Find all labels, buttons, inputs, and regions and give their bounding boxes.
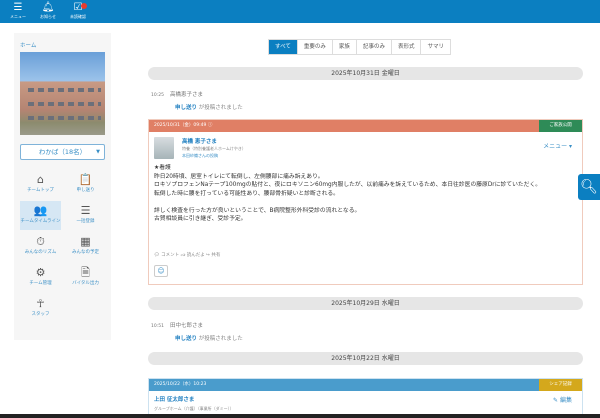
top-bar: ☰ メニュー 🔔︎ お知らせ ☑ 未読確認 [0,0,600,23]
tab-summary[interactable]: サマリ [421,40,450,54]
handover-link[interactable]: 申し送り [175,105,197,111]
comment-icon: 💬︎ [154,253,160,258]
nav-team-top[interactable]: ⌂ チームトップ [20,170,61,199]
date-separator: 2025年10月22日 水曜日 [148,352,583,365]
post-card: 2025/10/31（金）09:49 ⓘ ご家族公開 高橋 恵子さま 特養（特別… [148,119,583,285]
filter-tabs: すべて 重要のみ 家族 記事のみ 表形式 サマリ [268,39,451,55]
search-icon: 🔍︎ [580,179,598,195]
info-icon: ⓘ [207,123,213,128]
nav-schedule[interactable]: ▦ みんなの予定 [65,232,106,261]
nav-grid: ⌂ チームトップ 📋 申し送り 👥 チームタイムライン ☰ 一括登録 ⏱ みんなのリズム … [20,170,106,323]
card-header: 2025/10/22（水）10:23 シェア記録 [149,379,582,391]
family-public-badge: ご家族公開 [539,120,582,132]
nav-rhythm[interactable]: ⏱ みんなのリズム [20,232,61,261]
edit-icon: ✎ [553,397,559,404]
date-separator: 2025年10月31日 金曜日 [148,67,583,80]
facility-photo [20,52,105,135]
document-icon: 🗎 [81,266,90,279]
tab-all[interactable]: すべて [269,40,298,54]
facility-name: 特養（特別養護老人ホームけやき） [182,146,246,151]
group-icon: 👥 [33,204,48,217]
poster-name[interactable]: 本田紗織さんの投稿 [182,153,218,159]
home-label: ホーム [20,43,37,49]
card-menu[interactable]: メニュー ▾ [543,141,572,150]
search-button[interactable]: 🔍︎ [578,174,600,200]
hamburger-icon: ☰ [13,2,23,13]
nav-team-timeline[interactable]: 👥 チームタイムライン [20,201,61,230]
post-body: ★看護 昨日20時頃、居室トイレにて転倒し、左側腰部に痛み訴えあり。 ロキソプロ… [154,165,542,222]
clipboard-check-icon: ☑ [73,2,83,13]
post-actions: 💬︎ コメント 👍︎ 読んだよ ↪ 共有 [154,252,220,258]
gears-icon: ⚙ [35,266,46,279]
date-separator: 2025年10月29日 水曜日 [148,297,583,310]
timeline-entry: 10:25 高橋恵子さま [151,92,203,98]
nav-bulk-register[interactable]: ☰ 一括登録 [65,201,106,230]
bell-icon: 🔔︎ [41,2,55,13]
tab-important[interactable]: 重要のみ [297,40,333,54]
notice-button[interactable]: 🔔︎ お知らせ [33,2,63,20]
comment-button[interactable]: 💬︎ コメント [154,253,179,258]
bottom-bar [0,414,600,418]
resident-name[interactable]: 高橋 恵子さま [182,137,217,145]
avatar [154,137,174,159]
post-card: 2025/10/22（水）10:23 シェア記録 上田 征太郎さま グループホー… [148,378,583,418]
chevron-down-icon: ▼ [96,149,100,155]
unit-select[interactable]: わかば（18名） ▼ [20,144,105,160]
share-icon: ↪ [206,253,210,258]
unread-badge [81,3,87,9]
menu-button[interactable]: ☰ メニュー [3,2,33,20]
calendar-icon: ▦ [80,235,91,248]
nav-team-admin[interactable]: ⚙ チーム管理 [20,263,61,292]
sidebar: ホーム わかば（18名） ▼ ⌂ チームトップ 📋 申し送り 👥 チームタイムライン ☰… [14,33,111,340]
user-clock-icon: ⏱ [36,235,45,248]
edit-button[interactable]: ✎ 編集 [553,395,572,404]
nav-handover[interactable]: 📋 申し送り [65,170,106,199]
timeline-entry: 10:51 田中七郎さま [151,323,203,329]
checklist-icon: ☰ [80,204,91,217]
tab-articles[interactable]: 記事のみ [356,40,392,54]
thumbs-up-icon: 👍︎ [180,253,186,258]
tab-table[interactable]: 表形式 [391,40,422,54]
clipboard-icon: 📋 [78,173,93,186]
nav-vital-export[interactable]: 🗎 バイタル出力 [65,263,106,292]
card-header: 2025/10/31（金）09:49 ⓘ ご家族公開 [149,120,582,132]
tab-family[interactable]: 家族 [332,40,357,54]
home-icon: ⌂ [37,173,44,186]
share-record-badge: シェア記録 [539,379,582,391]
share-button[interactable]: ↪ 共有 [206,253,220,258]
like-button[interactable]: 👍︎ 読んだよ [181,253,205,258]
nav-staff[interactable]: ☥ スタッフ [20,294,61,323]
reaction-button[interactable]: ☺ [154,265,168,277]
handover-link[interactable]: 申し送り [175,336,197,342]
timeline-entry-text: 申し送り が投稿されました [175,336,243,342]
facility-name: グループホーム（介護）（事業所（ダミー）） [154,406,234,411]
timeline-entry-text: 申し送り が投稿されました [175,105,243,111]
unread-button[interactable]: ☑ 未読確認 [63,2,93,20]
staff-icon: ☥ [36,297,45,310]
smiley-icon: ☺ [157,267,165,275]
resident-name[interactable]: 上田 征太郎さま [154,395,194,403]
